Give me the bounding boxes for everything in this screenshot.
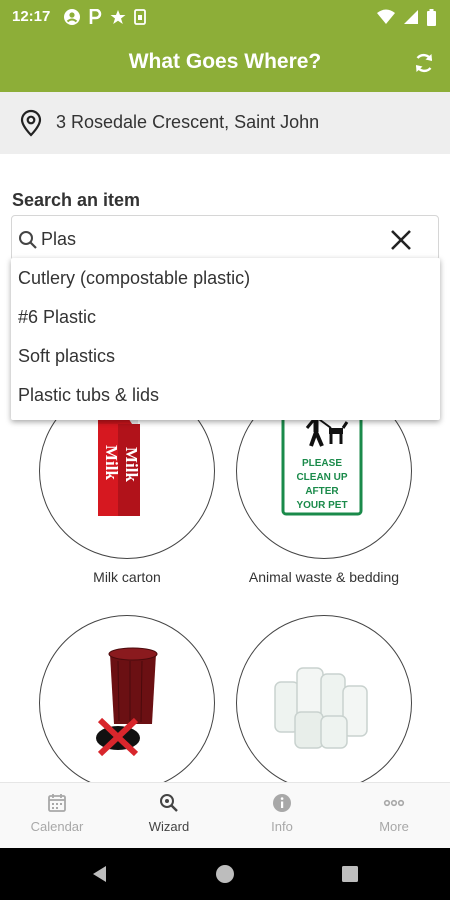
coffee-cup-image [96,647,158,757]
location-pin-icon [20,109,42,137]
search-label: Search an item [12,190,141,210]
status-system-icons [377,8,436,26]
svg-text:Milk: Milk [102,445,121,480]
status-bar: 12:17 [0,0,450,34]
recents-icon[interactable] [342,866,358,882]
nav-calendar[interactable]: Calendar [1,793,113,834]
status-notification-icons [64,8,146,26]
svg-text:CLEAN UP: CLEAN UP [296,472,347,483]
nav-label-more: More [379,819,409,834]
account-icon [64,9,80,25]
svg-text:Milk: Milk [122,447,141,482]
star-icon [110,10,126,24]
clear-search-icon[interactable] [390,229,412,251]
sim-icon [134,9,146,25]
address-text: 3 Rosedale Crescent, Saint John [56,112,320,132]
address-bar[interactable]: 3 Rosedale Crescent, Saint John [0,92,450,154]
svg-text:YOUR PET: YOUR PET [296,500,347,511]
search-input[interactable] [41,224,371,254]
svg-text:AFTER: AFTER [305,486,339,497]
nav-wizard[interactable]: Wizard [113,793,225,834]
nav-label-wizard: Wizard [148,819,190,834]
item-glass-jars[interactable] [236,615,412,791]
nav-label-info: Info [271,819,293,834]
calendar-icon [48,794,66,812]
nav-info[interactable]: Info [226,793,338,834]
wizard-icon [160,794,178,812]
home-icon[interactable] [214,863,236,885]
search-suggestions: Cutlery (compostable plastic) #6 Plastic… [11,258,440,420]
nav-more[interactable]: More [338,793,450,834]
glass-jars-image [274,667,368,749]
svg-text:PLEASE: PLEASE [302,458,342,469]
suggestion-item[interactable]: #6 Plastic [18,307,96,328]
suggestion-item[interactable]: Soft plastics [18,346,115,367]
search-icon [19,231,37,249]
item-coffee-cup[interactable] [39,615,215,791]
refresh-icon [415,53,433,73]
battery-icon [427,8,436,26]
suggestion-item[interactable]: Cutlery (compostable plastic) [18,268,250,289]
app-title: What Goes Where? [128,50,322,73]
back-icon[interactable] [91,865,109,883]
item-caption-milk-carton: Milk carton [93,569,161,585]
info-icon [273,794,291,812]
item-caption-animal-waste: Animal waste & bedding [248,569,400,585]
suggestion-item[interactable]: Plastic tubs & lids [18,385,159,406]
status-time: 12:17 [12,8,51,25]
system-navigation-bar [0,848,450,900]
parking-icon [89,9,102,24]
signal-icon [404,10,418,24]
nav-label-calendar: Calendar [30,819,84,834]
search-box[interactable] [11,215,439,261]
bottom-navigation: Calendar Wizard Info More [0,782,450,848]
refresh-button[interactable] [410,49,438,77]
wifi-icon [377,9,395,24]
more-icon [383,799,405,807]
app-bar: What Goes Where? [0,34,450,92]
